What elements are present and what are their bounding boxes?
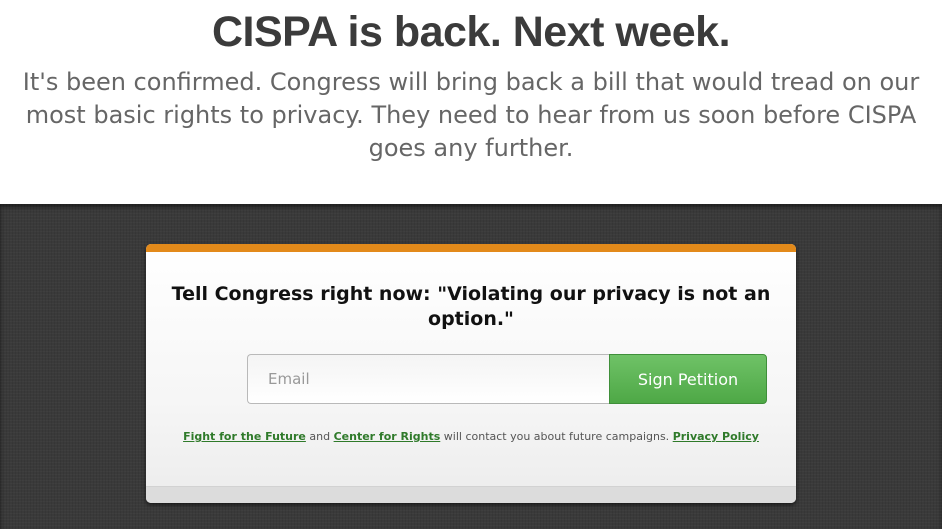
page-headline: CISPA is back. Next week. — [211, 8, 731, 56]
sign-petition-button[interactable]: Sign Petition — [609, 354, 767, 404]
center-for-rights-link[interactable]: Center for Rights — [334, 430, 441, 443]
page-subhead: It's been confirmed. Congress will bring… — [22, 68, 920, 162]
disclaimer-text: Fight for the Future and Center for Righ… — [156, 429, 786, 445]
petition-prompt: Tell Congress right now: "Violating our … — [171, 283, 771, 330]
privacy-policy-link[interactable]: Privacy Policy — [673, 430, 759, 443]
fight-for-the-future-link[interactable]: Fight for the Future — [183, 430, 306, 443]
card-footer — [146, 486, 796, 503]
disclaimer-body: will contact you about future campaigns. — [440, 430, 673, 443]
petition-card: Tell Congress right now: "Violating our … — [146, 244, 796, 503]
disclaimer-and: and — [305, 430, 334, 443]
card-accent-bar — [146, 244, 796, 252]
email-input[interactable] — [247, 354, 609, 404]
header-section: CISPA is back. Next week. It's been conf… — [0, 0, 942, 204]
